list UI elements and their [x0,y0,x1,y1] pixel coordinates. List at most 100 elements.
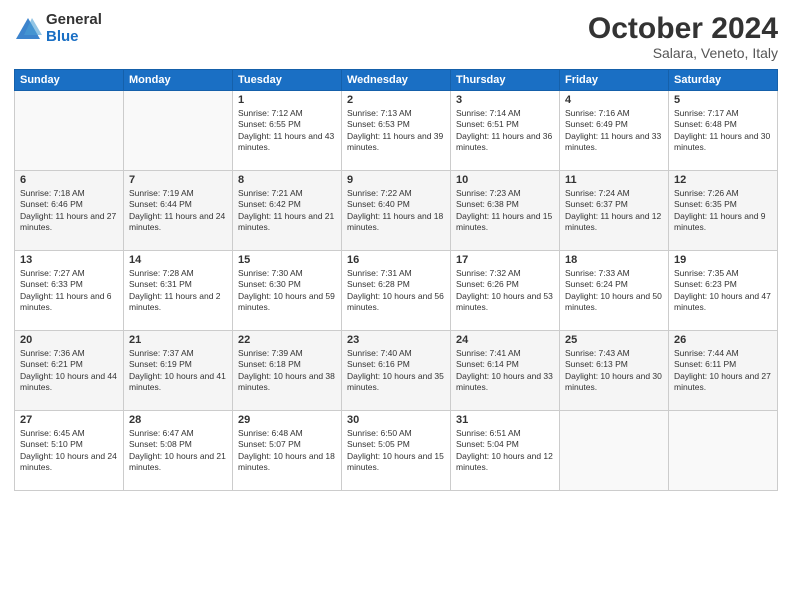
day-number: 9 [347,174,445,186]
day-number: 23 [347,334,445,346]
day-number: 1 [238,94,336,106]
daylight-text: Daylight: 11 hours and 43 minutes. [238,131,336,154]
sunset-text: Sunset: 6:31 PM [129,279,227,290]
calendar-cell-w3d3: 15Sunrise: 7:30 AMSunset: 6:30 PMDayligh… [233,251,342,331]
sunrise-text: Sunrise: 7:39 AM [238,348,336,359]
calendar-cell-w2d7: 12Sunrise: 7:26 AMSunset: 6:35 PMDayligh… [669,171,778,251]
day-number: 11 [565,174,663,186]
day-info: Sunrise: 6:47 AMSunset: 5:08 PMDaylight:… [129,428,227,474]
day-info: Sunrise: 7:31 AMSunset: 6:28 PMDaylight:… [347,268,445,314]
daylight-text: Daylight: 10 hours and 35 minutes. [347,371,445,394]
day-info: Sunrise: 7:44 AMSunset: 6:11 PMDaylight:… [674,348,772,394]
daylight-text: Daylight: 11 hours and 12 minutes. [565,211,663,234]
col-friday: Friday [560,70,669,91]
sunrise-text: Sunrise: 7:30 AM [238,268,336,279]
daylight-text: Daylight: 10 hours and 15 minutes. [347,451,445,474]
week-row-1: 1 Sunrise: 7:12 AMSunset: 6:55 PMDaylight… [15,91,778,171]
calendar-title: October 2024 [588,12,778,45]
sunset-text: Sunset: 6:11 PM [674,359,772,370]
daylight-text: Daylight: 11 hours and 18 minutes. [347,211,445,234]
sunset-text: Sunset: 6:55 PM [238,119,336,130]
sunset-text: Sunset: 6:28 PM [347,279,445,290]
sunset-text: Sunset: 5:08 PM [129,439,227,450]
calendar-cell-w2d1: 6Sunrise: 7:18 AMSunset: 6:46 PMDaylight… [15,171,124,251]
daylight-text: Daylight: 10 hours and 47 minutes. [674,291,772,314]
calendar-cell-w5d1: 27 Sunrise: 6:45 AMSunset: 5:10 PMDayligh… [15,411,124,491]
calendar-cell-w3d6: 18Sunrise: 7:33 AMSunset: 6:24 PMDayligh… [560,251,669,331]
calendar-cell-w1d4: 2Sunrise: 7:13 AMSunset: 6:53 PMDaylight… [342,91,451,171]
calendar-cell-w5d5: 31Sunrise: 6:51 AMSunset: 5:04 PMDayligh… [451,411,560,491]
day-info: Sunrise: 7:26 AMSunset: 6:35 PMDaylight:… [674,188,772,234]
col-saturday: Saturday [669,70,778,91]
calendar-cell-w4d1: 20Sunrise: 7:36 AMSunset: 6:21 PMDayligh… [15,331,124,411]
day-number: 8 [238,174,336,186]
day-number: 15 [238,254,336,266]
sunrise-text: Sunrise: 7:22 AM [347,188,445,199]
day-info: Sunrise: 7:24 AMSunset: 6:37 PMDaylight:… [565,188,663,234]
col-wednesday: Wednesday [342,70,451,91]
day-number: 27 [20,414,118,426]
calendar-cell-w4d4: 23Sunrise: 7:40 AMSunset: 6:16 PMDayligh… [342,331,451,411]
daylight-text: Daylight: 10 hours and 21 minutes. [129,451,227,474]
daylight-text: Daylight: 10 hours and 18 minutes. [238,451,336,474]
sunrise-text: Sunrise: 6:50 AM [347,428,445,439]
sunset-text: Sunset: 6:53 PM [347,119,445,130]
calendar-cell-w2d6: 11 Sunrise: 7:24 AMSunset: 6:37 PMDayligh… [560,171,669,251]
day-info: Sunrise: 7:43 AMSunset: 6:13 PMDaylight:… [565,348,663,394]
daylight-text: Daylight: 11 hours and 6 minutes. [20,291,118,314]
sunset-text: Sunset: 6:13 PM [565,359,663,370]
sunrise-text: Sunrise: 7:23 AM [456,188,554,199]
sunset-text: Sunset: 5:05 PM [347,439,445,450]
sunrise-text: Sunrise: 7:27 AM [20,268,118,279]
week-row-3: 13Sunrise: 7:27 AMSunset: 6:33 PMDayligh… [15,251,778,331]
day-info: Sunrise: 6:50 AMSunset: 5:05 PMDaylight:… [347,428,445,474]
sunrise-text: Sunrise: 7:19 AM [129,188,227,199]
day-info: Sunrise: 6:45 AMSunset: 5:10 PMDaylight:… [20,428,118,474]
logo: General Blue [14,12,102,45]
sunrise-text: Sunrise: 7:44 AM [674,348,772,359]
title-block: October 2024 Salara, Veneto, Italy [588,12,778,61]
sunset-text: Sunset: 6:26 PM [456,279,554,290]
sunset-text: Sunset: 6:21 PM [20,359,118,370]
sunrise-text: Sunrise: 7:35 AM [674,268,772,279]
col-thursday: Thursday [451,70,560,91]
daylight-text: Daylight: 10 hours and 33 minutes. [456,371,554,394]
daylight-text: Daylight: 10 hours and 27 minutes. [674,371,772,394]
sunset-text: Sunset: 5:04 PM [456,439,554,450]
calendar-header-row: Sunday Monday Tuesday Wednesday Thursday… [15,70,778,91]
calendar-cell-w5d4: 30Sunrise: 6:50 AMSunset: 5:05 PMDayligh… [342,411,451,491]
day-number: 29 [238,414,336,426]
day-info: Sunrise: 7:33 AMSunset: 6:24 PMDaylight:… [565,268,663,314]
week-row-2: 6Sunrise: 7:18 AMSunset: 6:46 PMDaylight… [15,171,778,251]
daylight-text: Daylight: 10 hours and 38 minutes. [238,371,336,394]
day-info: Sunrise: 7:19 AMSunset: 6:44 PMDaylight:… [129,188,227,234]
calendar-cell-w5d6 [560,411,669,491]
day-info: Sunrise: 7:39 AMSunset: 6:18 PMDaylight:… [238,348,336,394]
sunrise-text: Sunrise: 7:26 AM [674,188,772,199]
sunset-text: Sunset: 6:37 PM [565,199,663,210]
sunset-text: Sunset: 6:49 PM [565,119,663,130]
sunrise-text: Sunrise: 7:28 AM [129,268,227,279]
calendar-cell-w1d7: 5Sunrise: 7:17 AMSunset: 6:48 PMDaylight… [669,91,778,171]
sunrise-text: Sunrise: 7:33 AM [565,268,663,279]
calendar-cell-w5d2: 28Sunrise: 6:47 AMSunset: 5:08 PMDayligh… [124,411,233,491]
logo-text: General Blue [46,12,102,45]
sunset-text: Sunset: 6:33 PM [20,279,118,290]
day-info: Sunrise: 7:23 AMSunset: 6:38 PMDaylight:… [456,188,554,234]
week-row-4: 20Sunrise: 7:36 AMSunset: 6:21 PMDayligh… [15,331,778,411]
day-info: Sunrise: 7:32 AMSunset: 6:26 PMDaylight:… [456,268,554,314]
daylight-text: Daylight: 11 hours and 24 minutes. [129,211,227,234]
calendar-cell-w2d3: 8Sunrise: 7:21 AMSunset: 6:42 PMDaylight… [233,171,342,251]
sunset-text: Sunset: 6:24 PM [565,279,663,290]
sunset-text: Sunset: 6:35 PM [674,199,772,210]
sunrise-text: Sunrise: 6:45 AM [20,428,118,439]
sunrise-text: Sunrise: 6:47 AM [129,428,227,439]
daylight-text: Daylight: 10 hours and 59 minutes. [238,291,336,314]
sunrise-text: Sunrise: 7:14 AM [456,108,554,119]
col-sunday: Sunday [15,70,124,91]
sunset-text: Sunset: 6:51 PM [456,119,554,130]
calendar-cell-w2d4: 9Sunrise: 7:22 AMSunset: 6:40 PMDaylight… [342,171,451,251]
sunrise-text: Sunrise: 7:31 AM [347,268,445,279]
calendar-cell-w2d2: 7Sunrise: 7:19 AMSunset: 6:44 PMDaylight… [124,171,233,251]
sunrise-text: Sunrise: 7:12 AM [238,108,336,119]
